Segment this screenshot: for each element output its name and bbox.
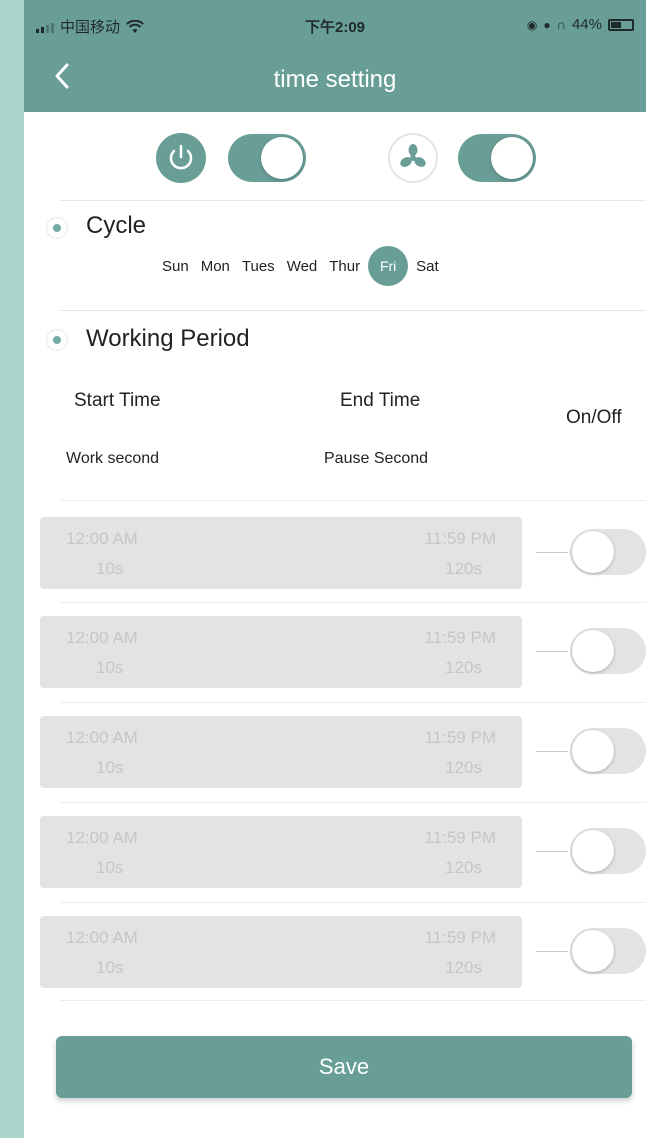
toggle-knob (491, 137, 533, 179)
period-toggle[interactable] (570, 529, 646, 575)
start-time-header: Start Time (74, 390, 161, 411)
period-end: 11:59 PM (424, 728, 496, 747)
day-sat[interactable]: Sat (416, 258, 439, 275)
period-row: 12:00 AM 11:59 PM 10s 120s (40, 517, 646, 589)
cycle-bullet (46, 217, 68, 239)
app-screen: 中国移动 下午2:09 ◉ ● ∩ 44% time setting Cycle… (24, 0, 646, 1138)
day-sun[interactable]: Sun (162, 258, 189, 275)
toggle-knob (572, 830, 614, 872)
period-work: 10s (96, 658, 124, 677)
period-toggle[interactable] (570, 628, 646, 674)
location-icon: ◉ (526, 17, 538, 32)
period-work: 10s (96, 758, 124, 777)
lock-icon: ● (543, 17, 551, 32)
nav-bar: time setting (24, 44, 646, 112)
divider (60, 802, 646, 803)
period-work: 10s (96, 858, 124, 877)
period-start: 12:00 AM (66, 828, 138, 847)
period-toggle[interactable] (570, 728, 646, 774)
period-start: 12:00 AM (66, 928, 138, 947)
fan-icon (388, 133, 438, 183)
toggle-knob (261, 137, 303, 179)
headphone-icon: ∩ (556, 17, 566, 32)
period-toggle[interactable] (570, 928, 646, 974)
period-time-box[interactable]: 12:00 AM 11:59 PM 10s 120s (40, 716, 522, 788)
battery-icon (608, 18, 634, 31)
page-title: time setting (273, 66, 397, 93)
period-end: 11:59 PM (424, 529, 496, 548)
period-work: 10s (96, 559, 124, 578)
divider (60, 200, 646, 201)
period-row: 12:00 AM 11:59 PM 10s 120s (40, 916, 646, 988)
power-icon (156, 133, 206, 183)
period-time-box[interactable]: 12:00 AM 11:59 PM 10s 120s (40, 816, 522, 888)
divider (60, 1000, 646, 1001)
period-time-box[interactable]: 12:00 AM 11:59 PM 10s 120s (40, 916, 522, 988)
day-selector: Sun Mon Tues Wed Thur Fri Sat (162, 246, 451, 286)
power-toggle[interactable] (228, 134, 306, 182)
divider (60, 902, 646, 903)
day-wed[interactable]: Wed (287, 258, 318, 275)
period-time-box[interactable]: 12:00 AM 11:59 PM 10s 120s (40, 517, 522, 589)
pause-second-header: Pause Second (324, 450, 429, 467)
divider (60, 310, 646, 311)
fan-toggle[interactable] (458, 134, 536, 182)
divider (60, 602, 646, 603)
toggle-knob (572, 531, 614, 573)
period-end: 11:59 PM (424, 928, 496, 947)
toggle-knob (572, 930, 614, 972)
day-mon[interactable]: Mon (201, 258, 230, 275)
period-start: 12:00 AM (66, 628, 138, 647)
on-off-header: On/Off (566, 407, 622, 428)
period-start: 12:00 AM (66, 529, 138, 548)
period-row: 12:00 AM 11:59 PM 10s 120s (40, 716, 646, 788)
connector-line (536, 751, 568, 752)
period-pause: 120s (445, 758, 482, 777)
save-button[interactable]: Save (56, 1036, 632, 1098)
toggle-knob (572, 730, 614, 772)
period-pause: 120s (445, 958, 482, 977)
divider (60, 500, 646, 501)
end-time-header: End Time (340, 390, 421, 411)
period-pause: 120s (445, 559, 482, 578)
day-thur[interactable]: Thur (329, 258, 360, 275)
work-second-header: Work second (66, 450, 160, 467)
divider (60, 702, 646, 703)
period-end: 11:59 PM (424, 628, 496, 647)
period-start: 12:00 AM (66, 728, 138, 747)
period-time-box[interactable]: 12:00 AM 11:59 PM 10s 120s (40, 616, 522, 688)
status-right: ◉ ● ∩ 44% (527, 16, 634, 33)
toggle-knob (572, 630, 614, 672)
period-pause: 120s (445, 658, 482, 677)
connector-line (536, 552, 568, 553)
period-row: 12:00 AM 11:59 PM 10s 120s (40, 816, 646, 888)
status-bar: 中国移动 下午2:09 ◉ ● ∩ 44% (24, 0, 646, 44)
connector-line (536, 951, 568, 952)
day-tues[interactable]: Tues (242, 258, 275, 275)
day-fri[interactable]: Fri (368, 246, 409, 286)
period-work: 10s (96, 958, 124, 977)
working-period-bullet (46, 329, 68, 351)
cycle-title: Cycle (86, 212, 147, 239)
period-pause: 120s (445, 858, 482, 877)
battery-percent: 44% (571, 16, 602, 33)
period-end: 11:59 PM (424, 828, 496, 847)
period-toggle[interactable] (570, 828, 646, 874)
working-period-title: Working Period (86, 325, 250, 352)
connector-line (536, 851, 568, 852)
period-row: 12:00 AM 11:59 PM 10s 120s (40, 616, 646, 688)
connector-line (536, 651, 568, 652)
